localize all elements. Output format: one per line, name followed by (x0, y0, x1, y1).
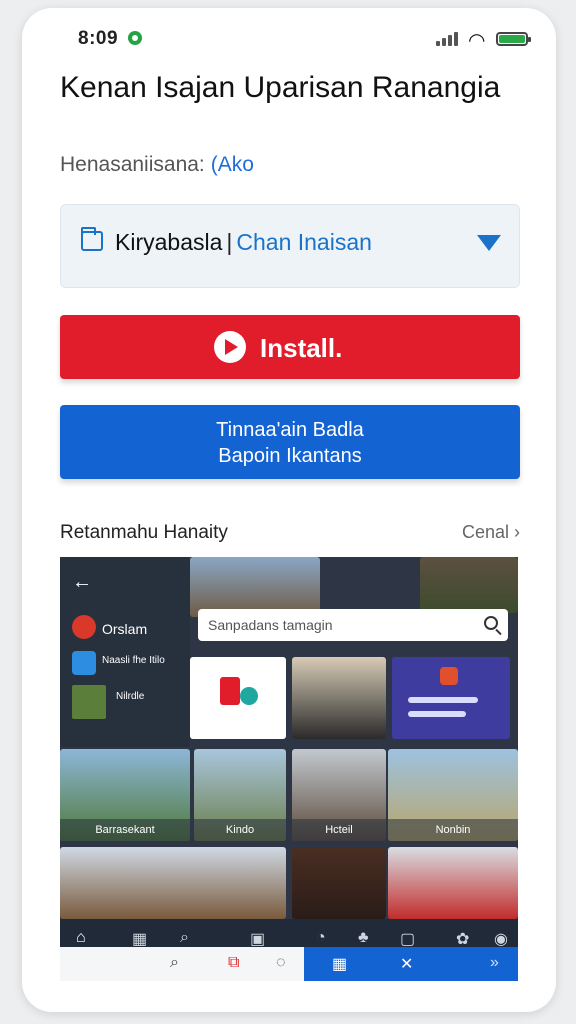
subtitle-accent[interactable]: (Ako (211, 153, 254, 176)
subtitle-text: Henasaniisana: (60, 153, 205, 176)
gallery-menu-item[interactable]: Naasli fhe Itilo (102, 655, 165, 666)
gallery-image[interactable] (388, 847, 518, 919)
page-title: Kenan Isajan Uparisan Ranangia (60, 71, 501, 104)
thumb-icon (72, 685, 106, 719)
gallery-image[interactable] (292, 847, 386, 919)
card-badge-icon (440, 667, 458, 685)
install-button[interactable]: Install. (60, 315, 520, 379)
app-logo-icon (220, 677, 240, 705)
phone-frame: 8:09 ◠ Kenan Isajan Uparisan Ranangia He… (22, 8, 556, 1012)
bell-icon[interactable]: ◔ (316, 929, 326, 947)
selector-text: Kiryabasla | Chan Inaisan (115, 229, 372, 256)
share-icon[interactable]: ⧉ (228, 954, 239, 972)
close-icon[interactable]: ✕ (400, 954, 413, 974)
refresh-icon[interactable]: ◌ (276, 954, 286, 972)
card-bar (408, 697, 478, 703)
gallery-card-app[interactable] (190, 657, 286, 739)
selector-separator: | (226, 229, 233, 255)
app-icon-blue (72, 651, 96, 675)
home-icon[interactable]: ⌂ (76, 929, 86, 947)
section-link[interactable]: Cenal › (462, 522, 520, 543)
battery-icon (496, 32, 531, 46)
image-caption: Barrasekant (60, 819, 190, 841)
image-caption: Kindo (194, 819, 286, 841)
play-icon (214, 331, 246, 363)
secondary-line-1: Tinnaa'ain Badla (216, 419, 364, 441)
window-icon[interactable]: ▢ (400, 929, 415, 949)
gallery-image[interactable] (60, 847, 286, 919)
card-bar (408, 711, 466, 717)
grid-icon[interactable]: ▦ (132, 929, 147, 949)
gallery-menu-item[interactable]: Orslam (102, 621, 147, 637)
selector-action[interactable]: Chan Inaisan (236, 229, 372, 255)
image-caption: Nonbin (388, 819, 518, 841)
wifi-icon: ◠ (468, 30, 486, 52)
gallery-card-purple[interactable] (392, 657, 510, 739)
gallery-image-roof (420, 557, 518, 613)
signal-icon (436, 32, 460, 46)
calendar-icon[interactable]: ▦ (332, 954, 347, 974)
chevron-down-icon[interactable] (477, 235, 501, 251)
expand-icon[interactable]: » (490, 954, 499, 972)
image-caption: Hcteil (292, 819, 386, 841)
profile-icon[interactable]: ◉ (494, 929, 508, 949)
status-time: 8:09 (78, 28, 119, 49)
app-logo-icon-2 (240, 687, 258, 705)
secondary-button[interactable]: Tinnaa'ain Badla Bapoin Ikantans (60, 405, 520, 479)
gallery-image[interactable]: Hcteil (292, 749, 386, 841)
search-icon[interactable]: ⌕ (170, 954, 179, 972)
gallery-image-house (190, 557, 320, 617)
app-tab-bar: ⌕ ⧉ ◌ ▦ ✕ » (60, 947, 518, 981)
section-title: Retanmahu Hanaity (60, 522, 228, 543)
search-icon[interactable]: ⌕ (180, 929, 189, 947)
screenshot-gallery[interactable]: ← Orslam Naasli fhe Itilo Nilrdle Sanpad… (60, 557, 518, 981)
apps-icon[interactable]: ▣ (250, 929, 265, 949)
folder-icon (81, 227, 103, 251)
gallery-image[interactable]: Barrasekant (60, 749, 190, 841)
gallery-card-people[interactable] (292, 657, 386, 739)
app-icon-red (72, 615, 96, 639)
gallery-menu-item[interactable]: Nilrdle (116, 691, 144, 702)
arrow-left-icon[interactable]: ← (72, 571, 92, 594)
gallery-side-panel: ← Orslam Naasli fhe Itilo Nilrdle (60, 557, 190, 747)
folder-selector[interactable]: Kiryabasla | Chan Inaisan (60, 204, 520, 288)
page-subtitle: Henasaniisana: (Ako (60, 153, 254, 177)
secondary-line-2: Bapoin Ikantans (218, 445, 362, 467)
flower-icon[interactable]: ✿ (456, 929, 469, 949)
gallery-image[interactable]: Kindo (194, 749, 286, 841)
gallery-search-input[interactable]: Sanpadans tamagin (198, 609, 508, 641)
shield-icon (128, 31, 142, 45)
gallery-image[interactable]: Nonbin (388, 749, 518, 841)
install-label: Install. (260, 333, 343, 363)
search-icon[interactable] (484, 616, 498, 630)
leaf-icon[interactable]: ♣ (358, 929, 369, 947)
selector-value: Kiryabasla (115, 229, 223, 255)
status-bar: 8:09 ◠ (22, 18, 556, 52)
search-placeholder: Sanpadans tamagin (208, 617, 333, 633)
